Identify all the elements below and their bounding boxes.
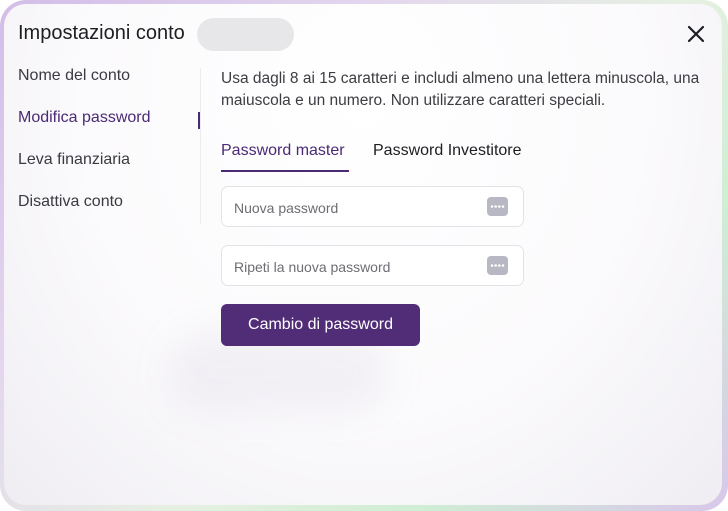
sidebar-active-indicator (198, 112, 200, 129)
sidebar-item-label: Disattiva conto (18, 193, 123, 210)
modal-frame: Impostazioni conto Nome del conto Modifi… (0, 0, 728, 511)
password-dots-icon[interactable] (487, 256, 508, 275)
password-section: Usa dagli 8 ai 15 caratteri e includi al… (221, 68, 711, 112)
sidebar-item-leverage[interactable]: Leva finanziaria (18, 146, 208, 188)
dots-glyph (490, 264, 505, 267)
repeat-password-field (221, 245, 524, 287)
sidebar-divider (200, 68, 201, 224)
password-requirements-text: Usa dagli 8 ai 15 caratteri e includi al… (221, 70, 700, 109)
active-tab-underline (221, 170, 349, 172)
sidebar-item-deactivate-account[interactable]: Disattiva conto (18, 188, 208, 230)
account-id-pill (197, 18, 294, 51)
sidebar-item-label: Modifica password (18, 109, 151, 126)
modal-title: Impostazioni conto (18, 22, 185, 44)
tab-password-master[interactable]: Password master (221, 138, 345, 172)
sidebar-item-label: Nome del conto (18, 67, 131, 84)
new-password-input[interactable] (232, 187, 486, 228)
change-password-button[interactable]: Cambio di password (221, 304, 420, 346)
close-icon (687, 25, 705, 43)
new-password-field (221, 186, 524, 228)
tab-password-investitore[interactable]: Password Investitore (373, 138, 522, 172)
sidebar-item-label: Leva finanziaria (18, 151, 131, 168)
repeat-password-input[interactable] (232, 246, 486, 287)
account-settings-modal: Impostazioni conto Nome del conto Modifi… (4, 4, 722, 505)
sidebar-item-account-name[interactable]: Nome del conto (18, 62, 208, 104)
dots-glyph (490, 205, 505, 208)
sidebar-item-change-password[interactable]: Modifica password (18, 104, 208, 146)
password-dots-icon[interactable] (487, 197, 508, 216)
close-button[interactable] (682, 20, 710, 48)
settings-sidebar: Nome del conto Modifica password Leva fi… (18, 62, 208, 230)
